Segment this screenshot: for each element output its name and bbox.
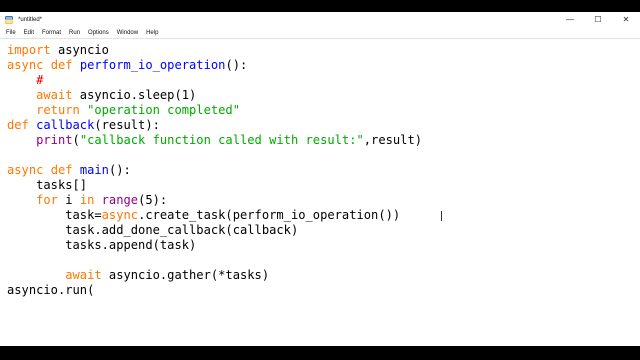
- builtin: range: [101, 193, 139, 207]
- menu-edit[interactable]: Edit: [24, 30, 34, 36]
- keyword: def: [50, 58, 73, 72]
- mouse-ibeam-cursor: [441, 211, 442, 221]
- string-literal: "callback function called with result:": [79, 133, 364, 147]
- keyword: def: [7, 118, 29, 132]
- code-text: asyncio: [50, 43, 109, 57]
- menu-help[interactable]: Help: [146, 30, 158, 36]
- code-text: ():: [108, 163, 131, 177]
- builtin: print: [36, 133, 73, 147]
- code-line-13: tasks.append(task): [7, 238, 196, 253]
- code-text: ,result): [363, 133, 423, 147]
- code-text: asyncio.sleep(1): [72, 88, 197, 102]
- idle-editor-window: *untitled* — ☐ ✕ File Edit Format Run Op…: [0, 12, 640, 346]
- code-line-12: task.add_done_callback(callback): [7, 223, 298, 238]
- maximize-button[interactable]: ☐: [584, 12, 612, 27]
- code-text: asyncio.run(: [7, 283, 95, 297]
- string-literal: "operation completed": [87, 103, 240, 117]
- keyword: async: [7, 163, 44, 177]
- code-text: (result):: [94, 118, 160, 132]
- code-text: tasks[]: [7, 178, 88, 192]
- code-text: tasks.append(task): [7, 238, 197, 252]
- comment: #: [36, 73, 44, 87]
- keyword: async: [7, 58, 44, 72]
- code-text: (5):: [138, 193, 168, 207]
- code-text: i: [57, 193, 80, 207]
- function-name: main: [79, 163, 109, 177]
- menu-options[interactable]: Options: [88, 30, 109, 36]
- code-text: task=: [7, 208, 102, 222]
- keyword: def: [50, 163, 73, 177]
- keyword: await: [36, 88, 73, 102]
- keyword: in: [79, 193, 95, 207]
- keyword: async: [101, 208, 139, 222]
- menu-window[interactable]: Window: [117, 30, 138, 36]
- code-text: asyncio.gather(*tasks): [101, 268, 270, 282]
- keyword: return: [36, 103, 80, 117]
- code-line-3: #: [7, 73, 43, 88]
- keyword: for: [36, 193, 58, 207]
- keyword: await: [65, 268, 102, 282]
- code-line-15: asyncio.run(: [7, 283, 94, 298]
- window-controls: — ☐ ✕: [556, 12, 640, 27]
- code-line-2: async def perform_io_operation():: [7, 58, 247, 73]
- code-line-5: return "operation completed": [7, 103, 240, 118]
- function-name: callback: [36, 118, 95, 132]
- code-editor[interactable]: import asyncio async def perform_io_oper…: [0, 38, 640, 346]
- code-line-6: def callback(result):: [7, 118, 160, 133]
- close-button[interactable]: ✕: [612, 12, 640, 27]
- title-bar: *untitled* — ☐ ✕: [0, 12, 640, 27]
- menu-file[interactable]: File: [6, 30, 16, 36]
- code-text: (: [72, 133, 80, 147]
- minimize-button[interactable]: —: [556, 12, 584, 27]
- function-name: perform_io_operation: [79, 58, 226, 72]
- menu-run[interactable]: Run: [69, 30, 80, 36]
- code-line-1: import asyncio: [7, 43, 109, 58]
- code-text: task.add_done_callback(callback): [7, 223, 299, 237]
- code-line-14: await asyncio.gather(*tasks): [7, 268, 269, 283]
- code-text: ():: [225, 58, 248, 72]
- code-line-7: print("callback function called with res…: [7, 133, 422, 148]
- code-text: .create_task(perform_io_operation()): [138, 208, 401, 222]
- code-line-4: await asyncio.sleep(1): [7, 88, 196, 103]
- video-letterbox-top: [0, 0, 640, 12]
- code-line-11: task=async.create_task(perform_io_operat…: [7, 208, 400, 223]
- code-line-8: async def main():: [7, 163, 131, 178]
- python-idle-icon: [5, 15, 13, 24]
- video-letterbox-bottom: [0, 346, 640, 360]
- menu-bar: File Edit Format Run Options Window Help: [0, 27, 640, 38]
- code-line-9: tasks[]: [7, 178, 87, 193]
- menu-format[interactable]: Format: [42, 30, 61, 36]
- keyword: import: [7, 43, 51, 57]
- window-title: *untitled*: [18, 16, 43, 23]
- code-line-10: for i in range(5):: [7, 193, 167, 208]
